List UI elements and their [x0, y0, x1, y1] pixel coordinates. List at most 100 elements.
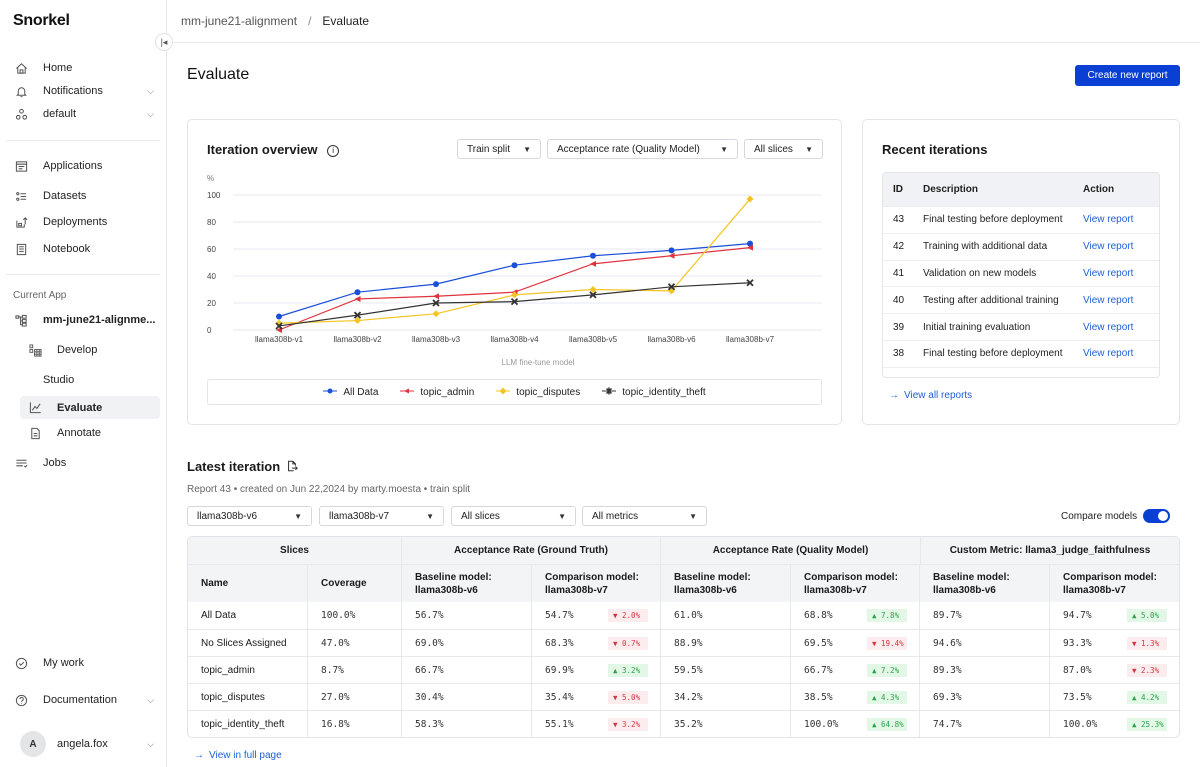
x-tick-label: llama308b-v2	[333, 335, 382, 344]
slice-name: All Data	[201, 610, 237, 621]
annotate-icon	[27, 425, 43, 441]
comparison-model-dropdown[interactable]: llama308b-v7 ▼	[319, 506, 444, 526]
view-in-full-page-link[interactable]: → View in full page	[194, 750, 282, 761]
data-point[interactable]	[511, 262, 518, 269]
chevron-down-icon[interactable]: ⌵	[147, 86, 154, 97]
data-point[interactable]	[432, 310, 440, 318]
chevron-down-icon[interactable]: ⌵	[147, 695, 154, 706]
breadcrumb-app[interactable]: mm-june21-alignment	[181, 14, 297, 28]
col-header-qm-comparison: Comparison model: llama308b-v7	[790, 565, 919, 602]
legend-item[interactable]: topic_admin	[400, 386, 474, 399]
user-menu[interactable]: A angela.fox ⌵	[20, 731, 158, 757]
sidebar-item-my-work[interactable]: My work	[13, 653, 158, 673]
view-all-reports-label: View all reports	[904, 390, 973, 401]
snorkel-logo[interactable]: Snorkel	[13, 12, 70, 30]
y-tick-label: 100	[207, 191, 221, 200]
latest-slices-dropdown[interactable]: All slices ▼	[451, 506, 576, 526]
col-header-cm-baseline: Baseline model: llama308b-v6	[919, 565, 1049, 602]
sidebar-item-documentation[interactable]: Documentation ⌵	[13, 690, 158, 710]
cm-delta-badge: ▲ 4.2%	[1127, 690, 1167, 704]
sidebar-item-label: mm-june21-alignme...	[43, 314, 156, 326]
qm-delta-badge: ▼ 19.4%	[867, 636, 907, 650]
latest-iteration-title-text: Latest iteration	[187, 459, 281, 474]
legend-item[interactable]: topic_identity_theft	[602, 386, 706, 399]
sidebar-item-home[interactable]: Home	[13, 58, 158, 78]
sidebar-item-applications[interactable]: Applications	[13, 156, 158, 176]
sidebar-item-notifications[interactable]: Notifications ⌵	[13, 81, 158, 101]
sidebar-item-label: Jobs	[43, 457, 67, 469]
compare-models-toggle[interactable]	[1143, 509, 1171, 523]
gt-comparison-value: 69.9%	[545, 664, 574, 676]
chevron-down-icon[interactable]: ⌵	[147, 109, 154, 120]
sidebar-item-annotate[interactable]: Annotate	[27, 423, 158, 443]
legend-marker-icon	[323, 386, 338, 399]
qm-delta-badge: ▲ 64.8%	[867, 717, 907, 731]
data-point[interactable]	[668, 252, 675, 259]
sidebar-item-label: Develop	[57, 344, 98, 356]
data-point[interactable]	[354, 289, 361, 296]
cm-delta-badge: ▲ 5.0%	[1127, 609, 1167, 622]
chevron-down-icon[interactable]: ⌵	[147, 739, 154, 750]
qm-comparison-value: 38.5%	[804, 691, 833, 703]
export-icon[interactable]	[286, 460, 298, 475]
group-header-slices: Slices	[280, 545, 309, 556]
recent-iterations-table: ID Description Action 43 Final testing be…	[882, 172, 1160, 378]
metric-dropdown[interactable]: Acceptance rate (Quality Model) ▼	[547, 139, 738, 159]
gt-delta-badge: ▲ 3.2%	[608, 663, 648, 677]
slices-dropdown[interactable]: All slices ▼	[744, 139, 823, 159]
iteration-description: Final testing before deployment	[923, 348, 1063, 360]
sidebar-item-default[interactable]: default ⌵	[13, 104, 158, 124]
baseline-model-dropdown[interactable]: llama308b-v6 ▼	[187, 506, 312, 526]
compare-models-label: Compare models	[1061, 510, 1138, 522]
data-point[interactable]	[590, 260, 596, 267]
view-report-link[interactable]: View report	[1083, 295, 1159, 306]
sidebar-current-app[interactable]: mm-june21-alignme...	[13, 310, 158, 330]
collapse-sidebar-button[interactable]: |◂	[155, 33, 173, 51]
gt-comparison-value: 55.1%	[545, 718, 574, 730]
data-point[interactable]	[433, 293, 439, 300]
data-point[interactable]	[354, 295, 361, 302]
table-row: No Slices Assigned 47.0% 69.0% 68.3% ▼ 0.7% 8…	[188, 629, 1179, 656]
legend-item[interactable]: topic_disputes	[496, 386, 580, 399]
create-new-report-button[interactable]: Create new report	[1075, 65, 1180, 86]
sidebar-item-label: Applications	[43, 160, 103, 172]
iteration-description: Validation on new models	[923, 267, 1037, 279]
view-report-link[interactable]: View report	[1083, 268, 1159, 279]
table-row: 38 Final testing before deployment View re…	[883, 339, 1159, 367]
sidebar-item-evaluate[interactable]: Evaluate	[20, 396, 160, 419]
data-point[interactable]	[276, 313, 282, 320]
cm-comparison-value: 93.3%	[1063, 637, 1092, 649]
sidebar-item-deployments[interactable]: Deployments	[13, 212, 158, 232]
data-point[interactable]	[433, 281, 439, 288]
view-report-link[interactable]: View report	[1083, 241, 1159, 252]
series-line	[278, 282, 751, 327]
col-header-gt-comparison: Comparison model: llama308b-v7	[531, 565, 660, 602]
legend-marker-icon	[496, 386, 511, 399]
split-dropdown[interactable]: Train split ▼	[457, 139, 541, 159]
breadcrumb-separator: /	[308, 14, 312, 28]
col-header-description: Description	[923, 184, 979, 195]
sidebar-item-studio[interactable]: Studio	[43, 370, 158, 390]
sidebar-item-develop[interactable]: Develop	[27, 340, 158, 360]
view-all-reports-link[interactable]: → View all reports	[889, 390, 972, 401]
data-point[interactable]	[590, 252, 596, 259]
view-report-link[interactable]: View report	[1083, 322, 1159, 333]
page-title: Evaluate	[187, 66, 250, 83]
caret-down-icon: ▼	[720, 144, 728, 154]
sidebar-item-notebook[interactable]: Notebook	[13, 239, 158, 259]
qm-delta-badge: ▲ 7.8%	[867, 609, 907, 622]
cm-delta-badge: ▼ 1.3%	[1127, 636, 1167, 650]
qm-comparison-cell: 38.5% ▲ 4.3%	[790, 684, 919, 710]
view-report-link[interactable]: View report	[1083, 214, 1159, 225]
data-point[interactable]	[668, 247, 675, 254]
info-icon[interactable]: i	[327, 145, 340, 157]
sidebar-item-datasets[interactable]: Datasets	[13, 186, 158, 206]
slice-coverage: 47.0%	[307, 630, 401, 656]
view-report-link[interactable]: View report	[1083, 348, 1159, 359]
caret-down-icon: ▼	[426, 511, 434, 521]
metrics-dropdown[interactable]: All metrics ▼	[582, 506, 707, 526]
slice-coverage: 100.0%	[307, 602, 401, 629]
qm-comparison-cell: 68.8% ▲ 7.8%	[790, 602, 919, 629]
sidebar-item-jobs[interactable]: Jobs	[13, 453, 158, 473]
legend-item[interactable]: All Data	[323, 386, 378, 399]
